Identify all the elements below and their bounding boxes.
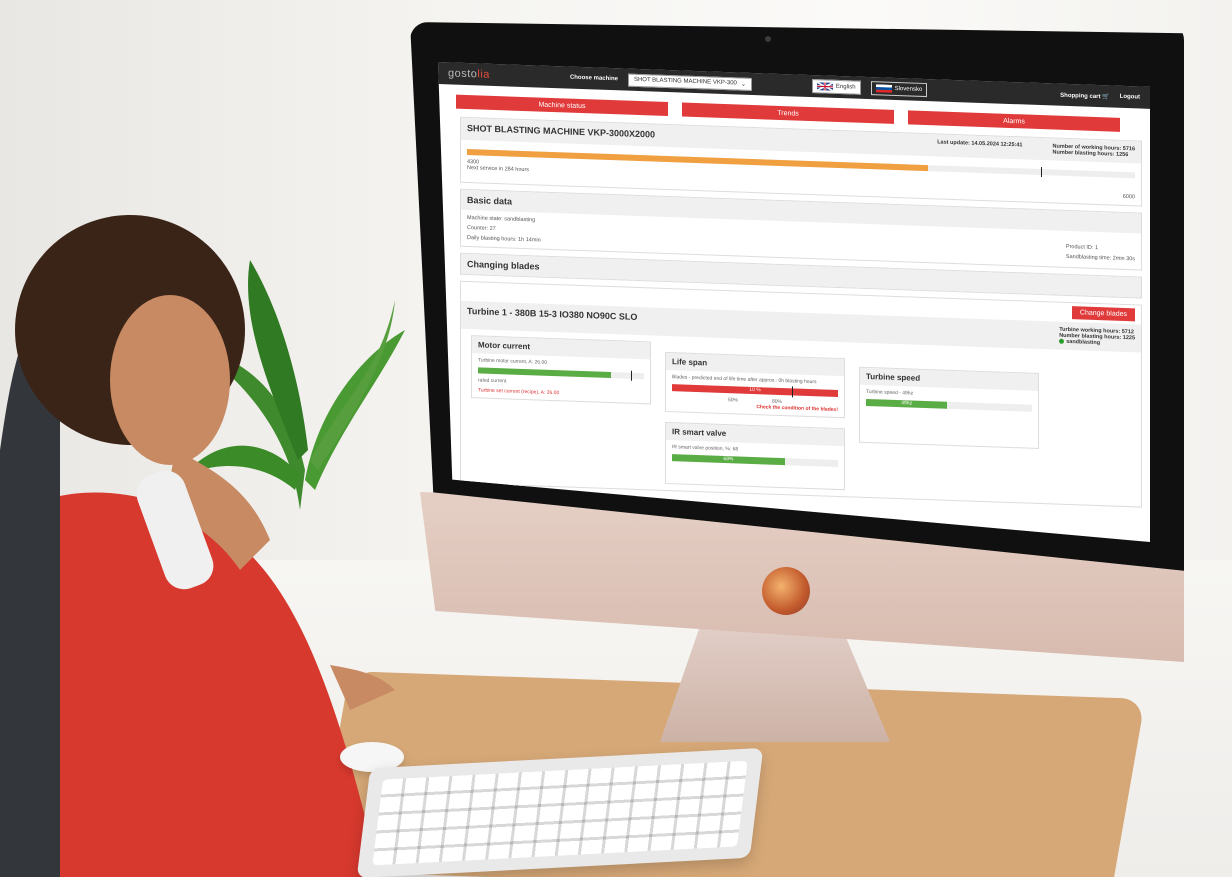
turbine-speed-panel: Turbine speed Turbine speed - 49hz 49hz xyxy=(859,366,1039,449)
language-slovensko-button[interactable]: Slovensko xyxy=(870,81,928,98)
shopping-cart-link[interactable]: Shopping cart 🛒 xyxy=(1060,91,1110,100)
life-span-marker xyxy=(791,386,793,398)
choose-machine-label: Choose machine xyxy=(569,74,618,83)
machine-state: Machine state: sandblasting xyxy=(467,215,536,224)
machine-select[interactable]: SHOT BLASTING MACHINE VKP-300 ⌄ xyxy=(627,73,752,91)
logout-link[interactable]: Logout xyxy=(1120,94,1140,101)
last-update: Last update: 14.05.2024 12:25:41 xyxy=(937,139,1023,149)
tab-trends[interactable]: Trends xyxy=(682,102,894,124)
life-span-panel: Life span Blades - predicted end of life… xyxy=(665,351,845,419)
ir-smart-valve-panel: IR smart valve IR smart valve position, … xyxy=(665,421,845,491)
camera-icon xyxy=(765,36,771,42)
monitor-stand xyxy=(660,622,890,742)
slovenia-flag-icon xyxy=(875,84,892,93)
motor-current-fill xyxy=(478,367,611,379)
turbine-card: Change blades Turbine 1 - 380B 15-3 IO38… xyxy=(460,280,1142,508)
tick-50: 50% xyxy=(727,397,738,404)
uk-flag-icon xyxy=(816,82,833,91)
product-id: Product ID: 1 xyxy=(1065,243,1099,252)
chevron-down-icon: ⌄ xyxy=(740,81,746,88)
change-blades-button[interactable]: Change blades xyxy=(1071,306,1135,322)
turbine-speed-bar: 49hz xyxy=(866,398,1032,412)
machine-title: SHOT BLASTING MACHINE VKP-3000X2000 xyxy=(467,123,656,140)
rated-current-marker xyxy=(630,370,632,381)
apple-logo-icon xyxy=(762,567,810,615)
web-app: gostolia Choose machine SHOT BLASTING MA… xyxy=(438,62,1150,542)
tab-alarms[interactable]: Alarms xyxy=(908,110,1120,132)
set-current-label: Turbine set current (recipe), A: 26.00 xyxy=(478,387,560,397)
language-english-button[interactable]: English xyxy=(811,79,861,95)
monitor-screen: gostolia Choose machine SHOT BLASTING MA… xyxy=(438,62,1150,542)
turbine-state: sandblasting xyxy=(1066,338,1101,347)
daily-blasting-hours: Daily blasting hours: 1h 14min xyxy=(467,235,541,244)
sandblasting-time: Sandblasting time: 2min 30s xyxy=(1065,253,1135,263)
service-marker xyxy=(1041,167,1043,178)
keyboard xyxy=(356,747,764,877)
counter: Counter: 27 xyxy=(467,225,496,233)
tab-machine-status[interactable]: Machine status xyxy=(456,94,668,117)
cart-icon: 🛒 xyxy=(1102,93,1110,100)
status-dot-icon xyxy=(1059,338,1065,344)
motor-current-panel: Motor current Turbine motor current, A: … xyxy=(471,335,651,405)
turbine-title: Turbine 1 - 380B 15-3 IO380 NO90C SLO xyxy=(467,306,638,322)
ir-valve-fill: 68% xyxy=(672,454,785,466)
turbine-panels: Motor current Turbine motor current, A: … xyxy=(461,329,1141,507)
brand-logo[interactable]: gostolia xyxy=(448,67,490,80)
turbine-speed-fill: 49hz xyxy=(866,398,948,409)
